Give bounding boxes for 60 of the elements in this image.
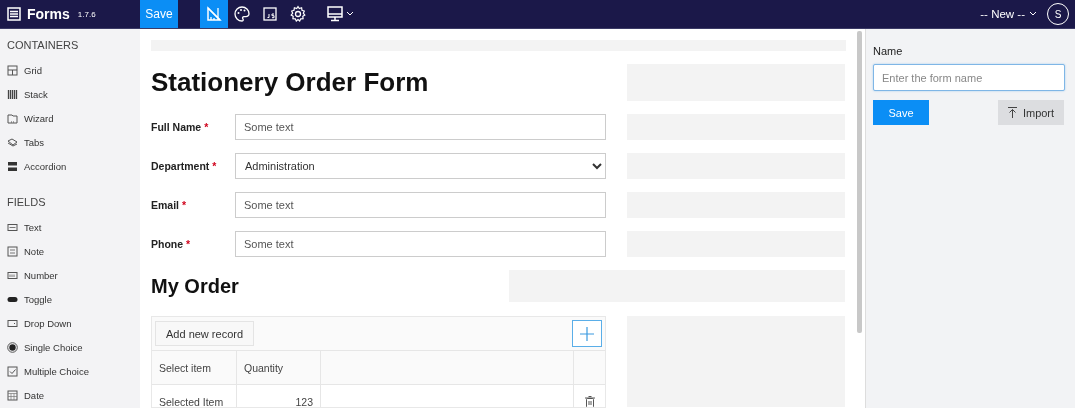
input-field[interactable]: Some text bbox=[235, 231, 606, 257]
palette-item[interactable]: Number bbox=[7, 263, 140, 287]
palette-item[interactable]: Grid bbox=[7, 58, 140, 82]
section-title: My Order bbox=[151, 274, 240, 298]
dropdown-field[interactable]: Administration bbox=[235, 153, 606, 179]
script-file-icon bbox=[261, 5, 279, 23]
add-record-button[interactable]: Add new record bbox=[155, 321, 255, 346]
plus-icon bbox=[580, 326, 594, 341]
field-label: Department * bbox=[151, 160, 218, 172]
menu-icon[interactable] bbox=[7, 7, 21, 21]
field-label: Email * bbox=[151, 199, 188, 211]
scrollbar[interactable] bbox=[857, 31, 862, 333]
column-header: Quantity bbox=[237, 350, 321, 384]
form-dropdown[interactable]: -- New -- bbox=[980, 8, 1037, 20]
field-label: Phone * bbox=[151, 238, 192, 250]
checkbox-icon bbox=[7, 365, 18, 377]
palette-item[interactable]: Multiple Choice bbox=[7, 359, 140, 383]
palette-item[interactable]: Wizard bbox=[7, 106, 140, 130]
import-button[interactable]: Import bbox=[998, 100, 1064, 125]
palette-item[interactable]: Accordion bbox=[7, 154, 140, 178]
monitor-icon bbox=[326, 5, 344, 23]
settings-icon bbox=[289, 5, 307, 23]
palette-item[interactable]: Drop Down bbox=[7, 311, 140, 335]
table-cell: 123 bbox=[237, 384, 321, 407]
palette-icon bbox=[233, 5, 251, 23]
caret-icon bbox=[1029, 11, 1037, 17]
tabs-icon bbox=[7, 136, 18, 148]
section-heading: FIELDS bbox=[7, 196, 47, 208]
accordion-icon bbox=[7, 160, 18, 172]
palette-item[interactable]: Toggle bbox=[7, 287, 140, 311]
palette-item[interactable]: Date bbox=[7, 383, 140, 407]
number-icon bbox=[7, 269, 18, 281]
app-title: Forms bbox=[27, 6, 70, 22]
note-icon bbox=[7, 245, 18, 257]
palette-item[interactable]: Text bbox=[7, 215, 140, 239]
column-header: Select item bbox=[152, 350, 237, 384]
grid-icon bbox=[7, 64, 18, 76]
name-field[interactable]: Enter the form name bbox=[873, 64, 1065, 91]
form-title: Stationery Order Form bbox=[151, 67, 429, 98]
radio-icon bbox=[7, 341, 18, 353]
palette-item[interactable]: Tabs bbox=[7, 130, 140, 154]
stack-icon bbox=[7, 88, 18, 100]
input-field[interactable]: Some text bbox=[235, 114, 606, 140]
field-label: Name bbox=[873, 45, 904, 57]
version-label: 1.7.6 bbox=[77, 9, 96, 19]
field-label: Full Name * bbox=[151, 121, 210, 133]
wizard-icon bbox=[7, 112, 18, 124]
ruler-triangle-icon bbox=[205, 5, 223, 23]
upload-icon bbox=[1007, 107, 1017, 118]
text-icon bbox=[7, 221, 18, 233]
date-icon bbox=[7, 389, 18, 401]
section-heading: CONTAINERS bbox=[7, 39, 80, 51]
table-cell: Selected Item bbox=[152, 384, 237, 407]
caret-icon bbox=[346, 11, 354, 17]
palette-item[interactable]: Single Choice bbox=[7, 335, 140, 359]
input-field[interactable]: Some text bbox=[235, 192, 606, 218]
dropdown-icon bbox=[7, 317, 18, 329]
palette-item[interactable]: Note bbox=[7, 239, 140, 263]
trash-icon[interactable] bbox=[585, 395, 595, 407]
palette-item[interactable]: Stack bbox=[7, 82, 140, 106]
